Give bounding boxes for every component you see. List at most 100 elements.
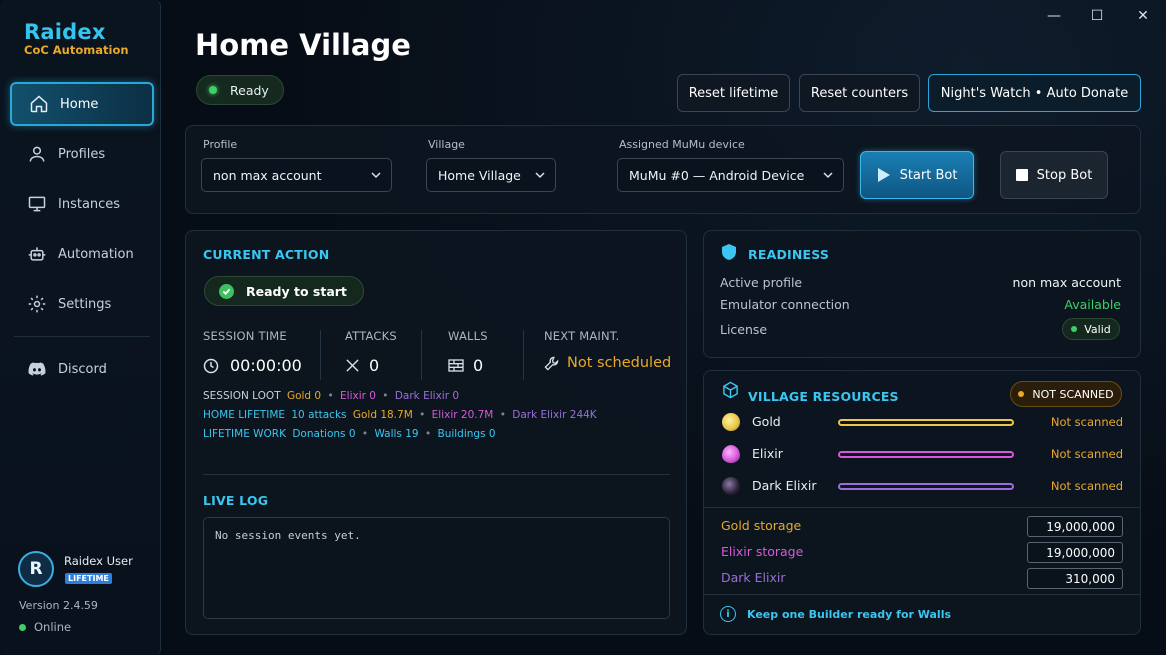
home-lifetime-gold: Gold 18.7M <box>352 409 413 421</box>
user-icon <box>29 146 45 162</box>
page-title: Home Village <box>195 28 411 62</box>
next-maint-value: Not scheduled <box>567 355 672 371</box>
check-circle-icon <box>219 283 234 299</box>
sidebar-item-profiles[interactable]: Profiles <box>10 132 154 176</box>
stop-bot-button[interactable]: Stop Bot <box>1000 151 1108 199</box>
resource-bar <box>838 483 1014 490</box>
resource-status: Not scanned <box>1050 479 1123 493</box>
app-version: Version 2.4.59 <box>19 599 98 612</box>
resource-name: Gold <box>752 414 781 429</box>
discord-icon <box>28 362 46 376</box>
chevron-down-icon <box>535 172 545 179</box>
online-dot-icon <box>19 623 26 631</box>
separator: • <box>419 409 426 421</box>
chevron-down-icon <box>371 172 381 179</box>
license-status-badge: Valid <box>1062 318 1120 340</box>
elixir-drop-icon <box>722 445 740 463</box>
chevron-down-icon <box>823 172 833 179</box>
dark-elixir-storage-label: Dark Elixir <box>721 570 786 585</box>
sidebar-item-label: Discord <box>58 361 107 377</box>
reset-lifetime-button[interactable]: Reset lifetime <box>677 74 790 112</box>
sidebar-item-discord[interactable]: Discord <box>10 347 154 391</box>
maximize-button[interactable]: ☐ <box>1088 8 1106 24</box>
sidebar-item-label: Automation <box>58 246 134 262</box>
start-bot-button[interactable]: Start Bot <box>860 151 974 199</box>
section-divider <box>704 594 1140 595</box>
profile-select-value: non max account <box>213 167 322 183</box>
emulator-label: Emulator connection <box>720 297 850 312</box>
session-loot-elixir: Elixir 0 <box>340 390 376 402</box>
section-divider <box>203 474 670 475</box>
connection-status: Online <box>19 620 71 634</box>
brand-name: Raidex <box>24 20 106 44</box>
resource-row-elixir: Elixir Not scanned <box>721 443 1123 465</box>
elixir-storage-label: Elixir storage <box>721 544 804 559</box>
profile-select[interactable]: non max account <box>201 158 392 192</box>
village-select-value: Home Village <box>438 167 521 183</box>
separator: • <box>382 390 389 402</box>
status-dot-icon <box>1018 391 1025 397</box>
clock-icon <box>203 358 219 373</box>
sidebar-item-automation[interactable]: Automation <box>10 232 154 276</box>
builder-tip: i Keep one Builder ready for Walls <box>720 606 951 622</box>
emulator-value: Available <box>1064 297 1121 312</box>
resource-name: Elixir <box>752 446 783 461</box>
scan-state-label: NOT SCANNED <box>1032 387 1114 401</box>
action-state-badge: Ready to start <box>204 276 364 306</box>
reset-counters-button[interactable]: Reset counters <box>799 74 920 112</box>
device-select-value: MuMu #0 — Android Device <box>629 167 805 183</box>
village-select[interactable]: Home Village <box>426 158 556 192</box>
live-log-box[interactable]: No session events yet. <box>203 517 670 619</box>
home-lifetime-line: HOME LIFETIME 10 attacks Gold 18.7M • El… <box>203 409 600 421</box>
sidebar-divider <box>14 336 150 337</box>
gear-icon <box>28 295 46 313</box>
separator: • <box>327 390 334 402</box>
lifetime-work-walls: Walls 19 <box>374 428 419 440</box>
lifetime-work-label: LIFETIME WORK <box>203 428 286 440</box>
gold-storage-field[interactable]: 19,000,000 <box>1027 516 1123 537</box>
profile-label: Profile <box>203 138 238 151</box>
connection-status-label: Online <box>34 620 72 634</box>
village-resources-title: VILLAGE RESOURCES <box>748 389 899 404</box>
attacks-label: ATTACKS <box>345 329 397 343</box>
status-label: Ready <box>230 82 269 98</box>
resource-name: Dark Elixir <box>752 478 817 493</box>
session-loot-label: SESSION LOOT <box>203 390 281 402</box>
lifetime-work-buildings: Buildings 0 <box>437 428 496 440</box>
session-time-label: SESSION TIME <box>203 329 287 343</box>
active-profile-value: non max account <box>1012 275 1121 290</box>
walls-stat: 0 <box>448 356 483 375</box>
nights-watch-button[interactable]: Night's Watch • Auto Donate <box>928 74 1141 112</box>
user-card[interactable]: R Raidex User LIFETIME <box>18 551 133 587</box>
elixir-storage-field[interactable]: 19,000,000 <box>1027 542 1123 563</box>
status-dot-icon <box>1071 326 1078 332</box>
home-lifetime-label: HOME LIFETIME <box>203 409 286 421</box>
swords-icon <box>346 359 359 372</box>
device-select[interactable]: MuMu #0 — Android Device <box>617 158 844 192</box>
sidebar-item-home[interactable]: Home <box>10 82 154 126</box>
walls-value: 0 <box>473 356 484 375</box>
minimize-button[interactable]: — <box>1045 8 1063 24</box>
close-button[interactable]: ✕ <box>1134 8 1152 24</box>
sidebar-item-settings[interactable]: Settings <box>10 282 154 326</box>
current-action-title: CURRENT ACTION <box>203 247 330 262</box>
live-log-title: LIVE LOG <box>203 493 269 508</box>
home-lifetime-elixir: Elixir 20.7M <box>431 409 494 421</box>
attacks-stat: 0 <box>345 356 379 375</box>
status-dot-icon <box>209 86 217 94</box>
resource-row-dark-elixir: Dark Elixir Not scanned <box>721 475 1123 497</box>
stop-icon <box>1015 169 1028 181</box>
attacks-value: 0 <box>369 356 380 375</box>
stat-divider <box>523 330 524 380</box>
sidebar-item-instances[interactable]: Instances <box>10 182 154 226</box>
session-loot-gold: Gold 0 <box>286 390 322 402</box>
stat-divider <box>320 330 321 380</box>
builder-tip-text: Keep one Builder ready for Walls <box>747 607 952 621</box>
dark-elixir-storage-field[interactable]: 310,000 <box>1027 568 1123 589</box>
separator: • <box>361 428 369 440</box>
walls-label: WALLS <box>448 329 488 343</box>
next-maint-label: NEXT MAINT. <box>544 329 620 343</box>
sidebar-item-label: Instances <box>58 196 121 212</box>
active-profile-label: Active profile <box>720 275 803 290</box>
sidebar-item-label: Settings <box>58 296 112 312</box>
